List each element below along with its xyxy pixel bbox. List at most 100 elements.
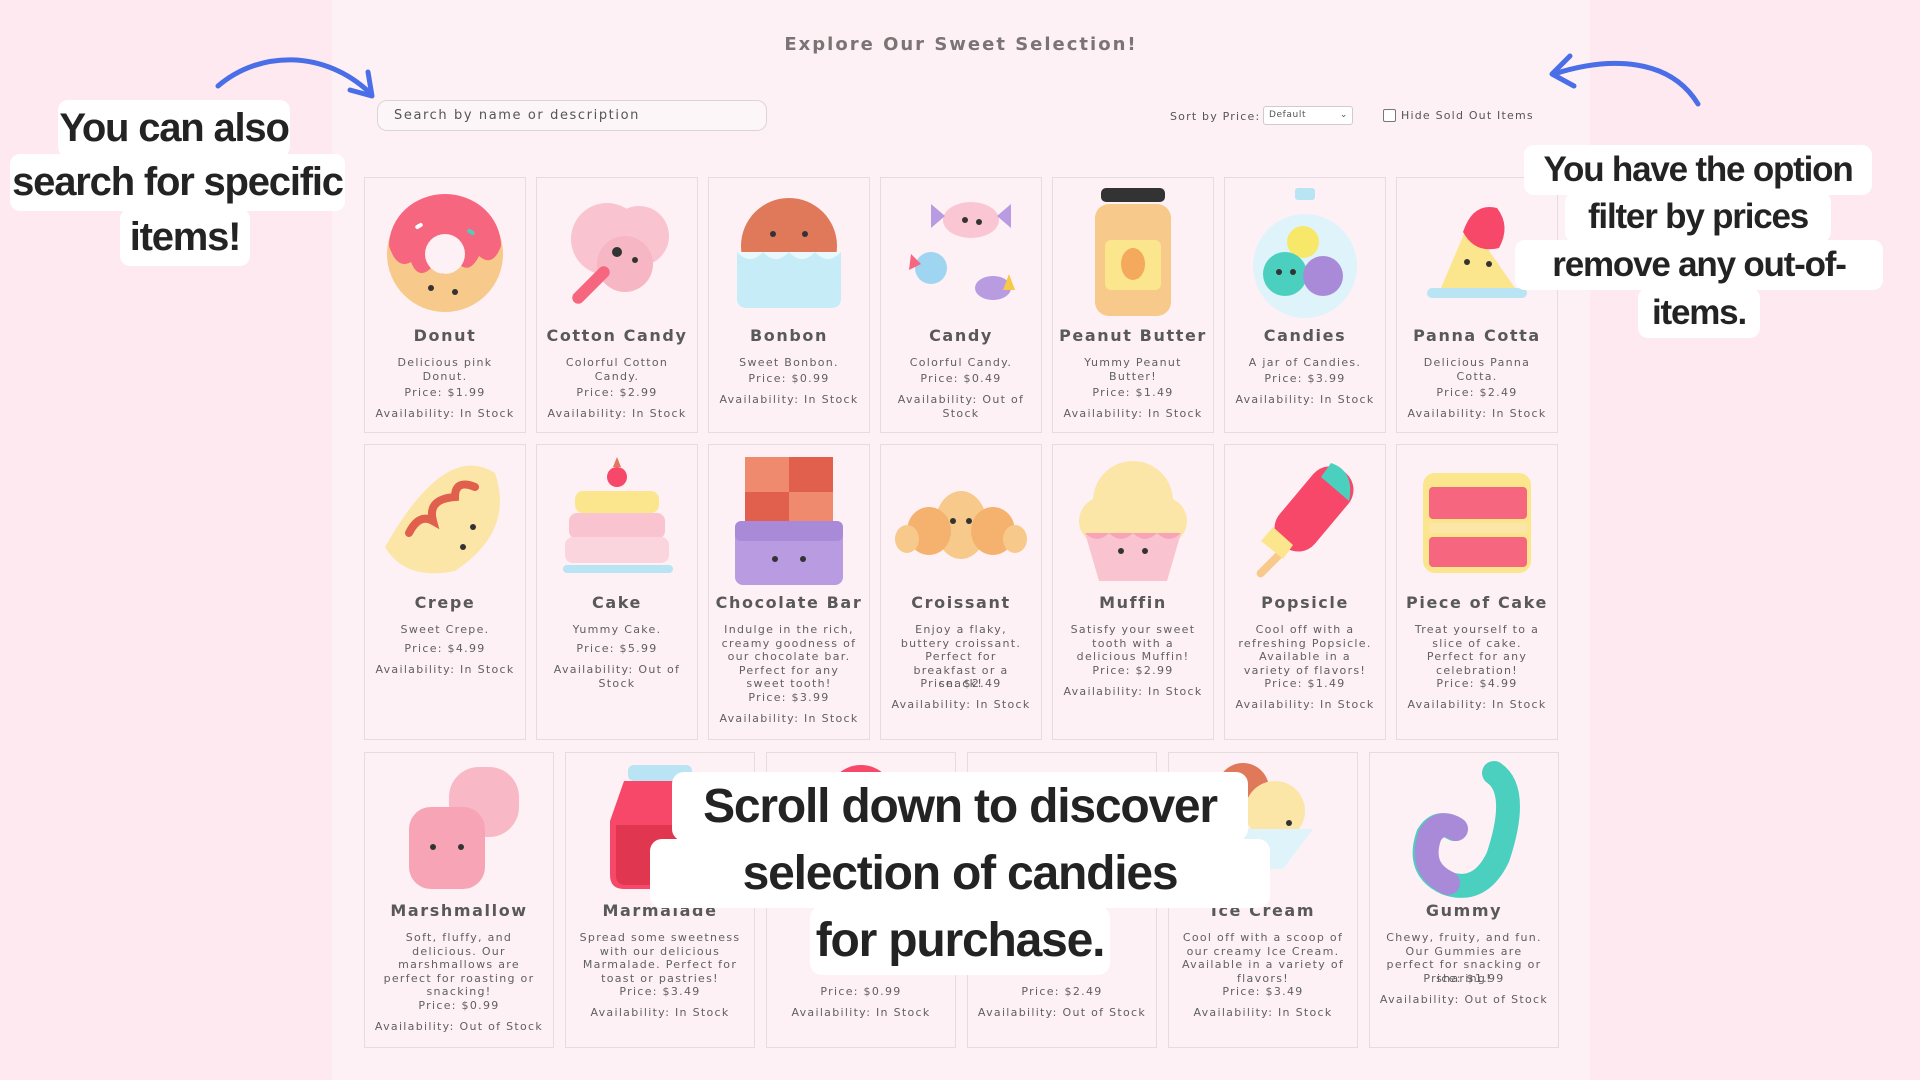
product-name: Cotton Candy bbox=[546, 326, 688, 345]
cake-icon bbox=[563, 457, 673, 573]
product-card[interactable]: Peanut Butter Yummy Peanut Butter! Price: … bbox=[1052, 177, 1214, 433]
product-price: Price: $0.49 bbox=[920, 372, 1002, 385]
filter-callout: You have the option to filter by prices … bbox=[1515, 145, 1885, 338]
product-availability: Availability: In Stock bbox=[590, 1006, 730, 1019]
popsicle-icon bbox=[1256, 463, 1354, 578]
product-card[interactable]: Muffin Satisfy your sweet tooth with a de… bbox=[1052, 444, 1214, 740]
chevron-down-icon: ⌄ bbox=[1339, 110, 1348, 120]
sort-label: Sort by Price: bbox=[1170, 110, 1261, 123]
product-card[interactable]: Cake Yummy Cake. Price: $5.99 Availability:… bbox=[536, 444, 698, 740]
product-description: Sweet Crepe. bbox=[400, 623, 490, 636]
hide-sold-out-toggle[interactable]: Hide Sold Out Items bbox=[1383, 109, 1534, 122]
arrow-to-search-icon bbox=[215, 57, 375, 99]
product-description: Delicious pink Donut. bbox=[397, 356, 493, 383]
product-availability: Availability: In Stock bbox=[1193, 1006, 1333, 1019]
muffin-icon bbox=[1079, 461, 1187, 581]
product-card[interactable]: Croissant Enjoy a flaky, buttery croissan… bbox=[880, 444, 1042, 740]
product-name: Popsicle bbox=[1261, 593, 1349, 612]
product-description: Sweet Bonbon. bbox=[739, 356, 839, 369]
product-availability: Availability: In Stock bbox=[1407, 407, 1547, 420]
product-price: Price: $4.99 bbox=[404, 642, 486, 655]
product-availability: Availability: Out of Stock bbox=[1379, 993, 1549, 1006]
product-price: Price: $1.49 bbox=[1092, 386, 1174, 399]
product-availability: Availability: Out of Stock bbox=[374, 1020, 544, 1033]
cotton-candy-icon bbox=[571, 203, 669, 304]
search-input[interactable] bbox=[377, 100, 767, 131]
product-price: Price: $2.49 bbox=[920, 677, 1002, 690]
croissant-icon bbox=[895, 491, 1027, 559]
cake-slice-icon bbox=[1423, 473, 1531, 573]
candy-icon bbox=[909, 202, 1015, 300]
product-price: Price: $0.99 bbox=[820, 985, 902, 998]
product-description: A jar of Candies. bbox=[1248, 356, 1362, 369]
product-description: Yummy Peanut Butter! bbox=[1084, 356, 1182, 383]
callout-line: You can also bbox=[58, 100, 290, 157]
product-availability: Availability: In Stock bbox=[1407, 698, 1547, 711]
product-description: Soft, fluffy, and delicious. Our marshma… bbox=[383, 931, 535, 999]
sort-selected-value: Default bbox=[1269, 110, 1307, 120]
product-availability: Availability: In Stock bbox=[1235, 393, 1375, 406]
product-price: Price: $3.49 bbox=[619, 985, 701, 998]
callout-line: You have the option to bbox=[1524, 145, 1872, 239]
product-price: Price: $3.99 bbox=[748, 691, 830, 704]
product-availability: Availability: In Stock bbox=[375, 407, 515, 420]
product-price: Price: $2.49 bbox=[1021, 985, 1103, 998]
product-card[interactable]: Popsicle Cool off with a refreshing Popsi… bbox=[1224, 444, 1386, 740]
product-name: Muffin bbox=[1099, 593, 1167, 612]
gummy-worm-icon bbox=[1412, 761, 1520, 898]
product-availability: Availability: In Stock bbox=[1063, 685, 1203, 698]
callout-line: filter by prices and bbox=[1565, 192, 1831, 286]
product-name: Bonbon bbox=[749, 326, 828, 345]
product-name: Cake bbox=[591, 593, 642, 612]
scroll-callout: Scroll down to discover our selection of… bbox=[650, 772, 1270, 977]
product-price: Price: $3.99 bbox=[1264, 372, 1346, 385]
callout-line: for purchase. bbox=[810, 906, 1110, 975]
product-availability: Availability: Out of Stock bbox=[977, 1006, 1147, 1019]
product-availability: Availability: In Stock bbox=[1235, 698, 1375, 711]
product-price: Price: $0.99 bbox=[748, 372, 830, 385]
product-name: Candies bbox=[1263, 326, 1347, 345]
product-card[interactable]: Bonbon Sweet Bonbon. Price: $0.99 Availabil… bbox=[708, 177, 870, 433]
product-price: Price: $4.99 bbox=[1436, 677, 1518, 690]
product-availability: Availability: Out of Stock bbox=[897, 393, 1025, 420]
product-card[interactable]: Chocolate Bar Indulge in the rich, creamy… bbox=[708, 444, 870, 740]
callout-line: items! bbox=[120, 209, 250, 266]
callout-line: Scroll down to discover our bbox=[672, 772, 1248, 902]
product-price: Price: $2.99 bbox=[576, 386, 658, 399]
product-card[interactable]: Marshmallow Soft, fluffy, and delicious. … bbox=[364, 752, 554, 1048]
callout-line: remove any out-of-stock bbox=[1515, 240, 1883, 334]
product-card[interactable]: Candies A jar of Candies. Price: $3.99 Avai… bbox=[1224, 177, 1386, 433]
product-name: Gummy bbox=[1425, 901, 1503, 920]
product-price: Price: $0.99 bbox=[418, 999, 500, 1012]
product-price: Price: $1.99 bbox=[404, 386, 486, 399]
product-name: Donut bbox=[413, 326, 477, 345]
product-card[interactable]: Donut Delicious pink Donut. Price: $1.99 Av… bbox=[364, 177, 526, 433]
product-name: Croissant bbox=[911, 593, 1011, 612]
product-name: Candy bbox=[929, 326, 993, 345]
product-price: Price: $1.99 bbox=[1423, 972, 1505, 985]
product-description: Satisfy your sweet tooth with a deliciou… bbox=[1070, 623, 1196, 664]
hide-sold-out-checkbox[interactable] bbox=[1383, 109, 1396, 122]
search-callout: You can also search for specific items! bbox=[10, 100, 345, 270]
product-name: Peanut Butter bbox=[1059, 326, 1207, 345]
arrow-to-filter-icon bbox=[1549, 53, 1701, 107]
callout-line: items. bbox=[1638, 288, 1760, 338]
callout-line: search for specific bbox=[10, 154, 345, 211]
product-availability: Availability: In Stock bbox=[891, 698, 1031, 711]
product-card[interactable]: Piece of Cake Treat yourself to a slice o… bbox=[1396, 444, 1558, 740]
product-card[interactable]: Candy Colorful Candy. Price: $0.49 Availabi… bbox=[880, 177, 1042, 433]
candy-jar-icon bbox=[1253, 188, 1357, 318]
product-description: Cool off with a refreshing Popsicle. Ava… bbox=[1238, 623, 1372, 677]
chocolate-bar-icon bbox=[735, 457, 843, 585]
product-price: Price: $3.49 bbox=[1222, 985, 1304, 998]
sort-select[interactable]: Default ⌄ bbox=[1263, 106, 1353, 125]
hide-sold-out-label: Hide Sold Out Items bbox=[1401, 109, 1534, 122]
product-availability: Availability: In Stock bbox=[719, 393, 859, 406]
product-price: Price: $1.49 bbox=[1264, 677, 1346, 690]
product-card[interactable]: Cotton Candy Colorful Cotton Candy. Price:… bbox=[536, 177, 698, 433]
product-card[interactable]: Crepe Sweet Crepe. Price: $4.99 Availabilit… bbox=[364, 444, 526, 740]
product-card[interactable]: Gummy Chewy, fruity, and fun. Our Gummies… bbox=[1369, 752, 1559, 1048]
product-availability: Availability: In Stock bbox=[719, 712, 859, 725]
callout-line: selection of candies available bbox=[650, 839, 1270, 969]
marshmallow-icon bbox=[409, 767, 519, 889]
